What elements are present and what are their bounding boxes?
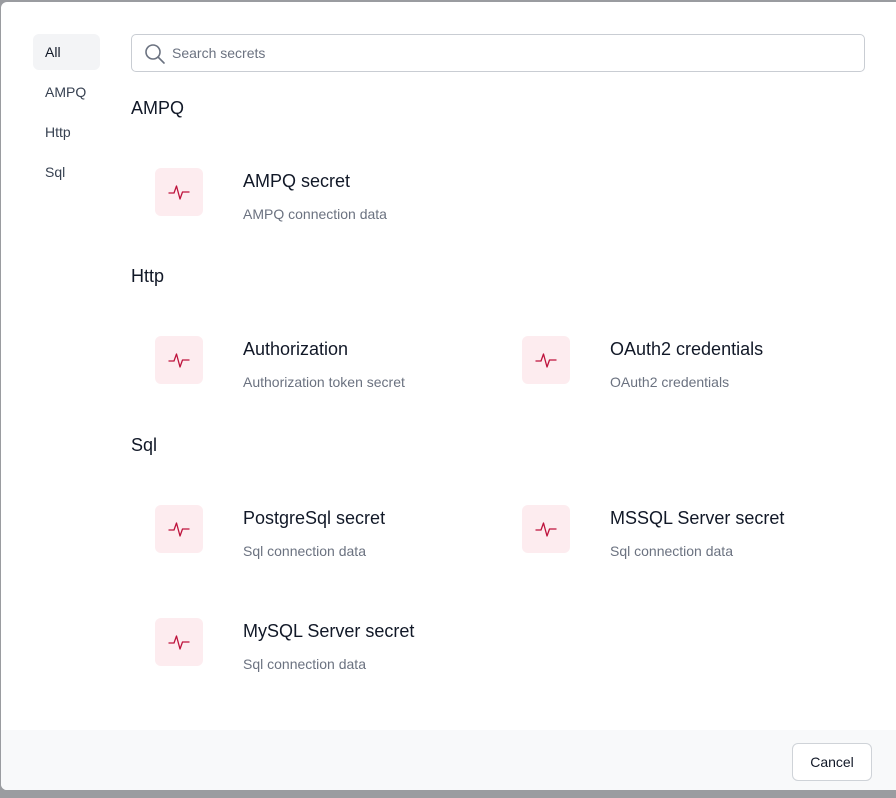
sidebar-item-all[interactable]: All [33,34,100,70]
secret-card-description: Sql connection data [243,543,366,559]
dialog-footer: Cancel [1,730,896,790]
secret-card-title: PostgreSql secret [243,508,386,528]
pulse-icon [522,505,570,553]
search-input[interactable] [172,35,852,71]
secret-card-mysql-server-secret[interactable]: MySQL Server secret Sql connection data [155,618,495,678]
pulse-icon [155,336,203,384]
cancel-button[interactable]: Cancel [792,743,872,781]
secret-card-title: MySQL Server secret [243,621,415,641]
secret-card-title: OAuth2 credentials [610,339,764,359]
section-title-sql: Sql [131,435,158,455]
secret-card-description: Authorization token secret [243,374,405,390]
category-sidebar: All AMPQ Http Sql [33,34,100,194]
secret-card-oauth2-credentials[interactable]: OAuth2 credentials OAuth2 credentials [522,336,862,396]
sidebar-item-ampq[interactable]: AMPQ [33,74,100,110]
secret-card-description: OAuth2 credentials [610,374,730,390]
secret-card-postgresql-secret[interactable]: PostgreSql secret Sql connection data [155,505,495,565]
pulse-icon [155,618,203,666]
secret-card-mssql-server-secret[interactable]: MSSQL Server secret Sql connection data [522,505,862,565]
secret-picker-dialog: All AMPQ Http Sql AMPQ AMPQ secret AMPQ … [1,2,896,790]
secret-card-description: Sql connection data [243,656,366,672]
search-icon [144,43,166,65]
sidebar-item-http[interactable]: Http [33,114,100,150]
section-title-ampq: AMPQ [131,98,185,118]
secret-card-description: AMPQ connection data [243,206,387,222]
section-title-http: Http [131,266,165,286]
secret-card-ampq-secret[interactable]: AMPQ secret AMPQ connection data [155,168,495,228]
secret-card-authorization[interactable]: Authorization Authorization token secret [155,336,495,396]
pulse-icon [522,336,570,384]
secret-card-title: MSSQL Server secret [610,508,785,528]
search-box [131,34,865,72]
secret-card-title: Authorization [243,339,349,359]
sidebar-item-sql[interactable]: Sql [33,154,100,190]
secret-card-title: AMPQ secret [243,171,351,191]
secret-card-description: Sql connection data [610,543,733,559]
pulse-icon [155,168,203,216]
pulse-icon [155,505,203,553]
